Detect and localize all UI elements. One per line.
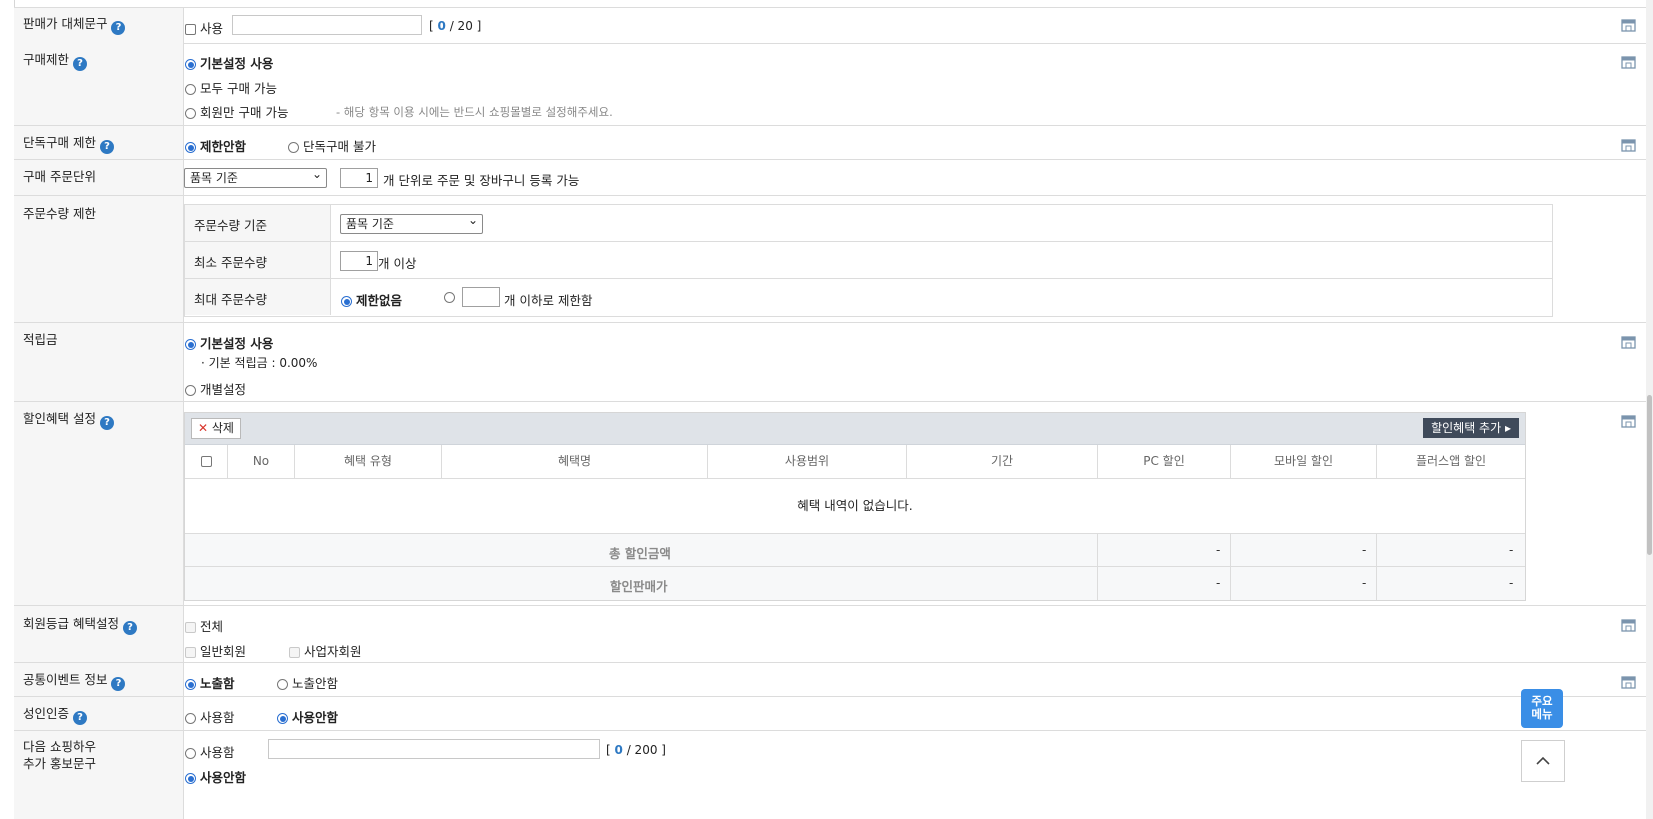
radio-points-custom[interactable]: 개별설정: [185, 379, 246, 398]
scrollbar-thumb[interactable]: [1647, 395, 1652, 555]
price-replace-input[interactable]: [232, 15, 422, 35]
row-label: 적립금: [23, 332, 58, 347]
radio-member-only[interactable]: 회원만 구매 가능: [185, 102, 288, 121]
grade-general-checkbox[interactable]: 일반회원: [185, 641, 246, 660]
char-counter: [ 0 / 200 ]: [606, 743, 666, 757]
select-all-checkbox[interactable]: [200, 456, 212, 467]
use-checkbox[interactable]: 사용: [185, 18, 223, 37]
discount-table: ✕ 삭제 할인혜택 추가 ▸ No 혜택 유형 혜택명 사용범위 기간 PC 할…: [184, 412, 1526, 601]
col-header: 플러스앱 할인: [1377, 445, 1525, 478]
row-purchase-limit: 구매제한? 기본설정 사용 모두 구매 가능 회원만 구매 가능 - 해당 항목…: [14, 43, 1646, 126]
store-icon[interactable]: [1621, 619, 1636, 632]
col-header: 혜택명: [442, 445, 708, 478]
order-unit-select[interactable]: 품목 기준: [184, 165, 327, 188]
row-label: 주문수량 제한: [23, 206, 96, 221]
min-qty-input[interactable]: 1: [340, 251, 378, 271]
col-header: No: [228, 445, 295, 478]
row-order-qty: 주문수량 제한 주문수량 기준 품목 기준 최소 주문수량 1 개 이상 최대 …: [14, 196, 1646, 323]
radio-single-deny[interactable]: 단독구매 불가: [288, 136, 376, 155]
radio-all[interactable]: 모두 구매 가능: [185, 78, 277, 97]
row-label: 회원등급 혜택설정?: [23, 616, 137, 635]
radio-next-use[interactable]: 사용함: [185, 742, 235, 761]
help-icon[interactable]: ?: [122, 621, 137, 635]
row-label-line2: 추가 홍보문구: [23, 756, 96, 771]
store-icon[interactable]: [1621, 56, 1636, 69]
add-discount-button[interactable]: 할인혜택 추가 ▸: [1423, 418, 1519, 438]
grade-business-checkbox[interactable]: 사업자회원: [289, 641, 362, 660]
help-icon[interactable]: ?: [99, 140, 114, 154]
order-qty-table: 주문수량 기준 품목 기준 최소 주문수량 1 개 이상 최대 주문수량 제한없…: [184, 204, 1553, 317]
row-adult-auth: 성인인증? 사용함 사용안함: [14, 697, 1646, 731]
main-menu-button[interactable]: 주요 메뉴: [1521, 689, 1563, 728]
select-all-col: [185, 445, 228, 478]
store-icon[interactable]: [1621, 415, 1636, 428]
row-header: 판매가 대체문구?: [14, 8, 184, 43]
min-qty-row: 최소 주문수량 1 개 이상: [185, 242, 1552, 279]
row-common-event: 공통이벤트 정보? 노출함 노출안함: [14, 663, 1646, 697]
price-row: 할인판매가 - - -: [185, 567, 1525, 600]
store-icon[interactable]: [1621, 676, 1636, 689]
radio-hide[interactable]: 노출안함: [277, 673, 338, 692]
row-label: 구매 주문단위: [23, 169, 96, 184]
row-discount: 할인혜택 설정? ✕ 삭제 할인혜택 추가 ▸ No 혜택 유형 혜택명 사용범…: [14, 402, 1646, 606]
col-header: 기간: [907, 445, 1098, 478]
empty-message: 혜택 내역이 없습니다.: [797, 498, 913, 513]
row-price-replace: 판매가 대체문구? 사용 [ 0 / 20 ]: [14, 7, 1646, 44]
row-label: 성인인증?: [23, 706, 88, 725]
triangle-right-icon: ▸: [1504, 421, 1511, 435]
store-icon[interactable]: [1621, 336, 1636, 349]
grade-all-checkbox[interactable]: 전체: [185, 616, 223, 635]
scrollbar[interactable]: [1646, 0, 1653, 819]
chevron-up-icon: [1536, 756, 1550, 765]
scroll-top-button[interactable]: [1521, 740, 1565, 782]
row-member-grade: 회원등급 혜택설정? 전체 일반회원 사업자회원: [14, 606, 1646, 663]
col-header: 혜택 유형: [295, 445, 442, 478]
row-label: 단독구매 제한?: [23, 135, 114, 154]
radio-default[interactable]: 기본설정 사용: [185, 53, 273, 72]
row-label: 구매제한?: [23, 52, 88, 71]
order-unit-suffix: 개 단위로 주문 및 장바구니 등록 가능: [383, 173, 580, 188]
radio-next-nouse[interactable]: 사용안함: [185, 767, 246, 786]
col-header: PC 할인: [1098, 445, 1231, 478]
discount-toolbar: ✕ 삭제 할인혜택 추가 ▸: [185, 413, 1525, 445]
row-label-line1: 다음 쇼핑하우: [23, 739, 96, 754]
radio-points-default[interactable]: 기본설정 사용: [185, 333, 273, 352]
radio-max-limit[interactable]: [444, 290, 455, 304]
max-qty-input[interactable]: [462, 287, 500, 307]
order-unit-qty[interactable]: 1: [340, 168, 378, 188]
store-icon[interactable]: [1621, 139, 1636, 152]
char-counter: [ 0 / 20 ]: [429, 19, 482, 33]
row-single-purchase: 단독구매 제한? 제한안함 단독구매 불가: [14, 126, 1646, 160]
store-icon[interactable]: [1621, 19, 1636, 32]
col-header: 사용범위: [708, 445, 907, 478]
col-header: 모바일 할인: [1231, 445, 1377, 478]
row-next-shop: 다음 쇼핑하우 추가 홍보문구 사용함 [ 0 / 200 ] 사용안함: [14, 731, 1646, 819]
max-qty-row: 최대 주문수량 제한없음 개 이하로 제한함: [185, 279, 1552, 315]
help-icon[interactable]: ?: [99, 416, 114, 430]
qty-basis-select[interactable]: 품목 기준: [340, 211, 483, 234]
row-label: 판매가 대체문구?: [23, 16, 126, 35]
qty-basis-row: 주문수량 기준 품목 기준: [185, 205, 1552, 242]
basic-rate-text: · 기본 적립금 : 0.00%: [201, 356, 318, 370]
radio-adult-nouse[interactable]: 사용안함: [277, 707, 338, 726]
radio-show[interactable]: 노출함: [185, 673, 235, 692]
promo-text-input[interactable]: [268, 739, 600, 759]
delete-button[interactable]: ✕ 삭제: [191, 418, 241, 439]
radio-adult-use[interactable]: 사용함: [185, 707, 235, 726]
row-order-unit: 구매 주문단위 품목 기준 1 개 단위로 주문 및 장바구니 등록 가능: [14, 160, 1646, 196]
help-icon[interactable]: ?: [111, 677, 126, 691]
note-text: - 해당 항목 이용 시에는 반드시 쇼핑몰별로 설정해주세요.: [336, 105, 613, 119]
help-icon[interactable]: ?: [73, 711, 88, 725]
x-icon: ✕: [198, 421, 209, 435]
help-icon[interactable]: ?: [73, 57, 88, 71]
row-points: 적립금 기본설정 사용 · 기본 적립금 : 0.00% 개별설정: [14, 323, 1646, 402]
radio-no-limit[interactable]: 제한안함: [185, 136, 246, 155]
row-label: 할인혜택 설정?: [23, 411, 114, 430]
row-label: 공통이벤트 정보?: [23, 672, 126, 691]
help-icon[interactable]: ?: [111, 21, 126, 35]
total-row: 총 할인금액 - - -: [185, 534, 1525, 566]
radio-unlimited[interactable]: 제한없음: [341, 290, 402, 309]
